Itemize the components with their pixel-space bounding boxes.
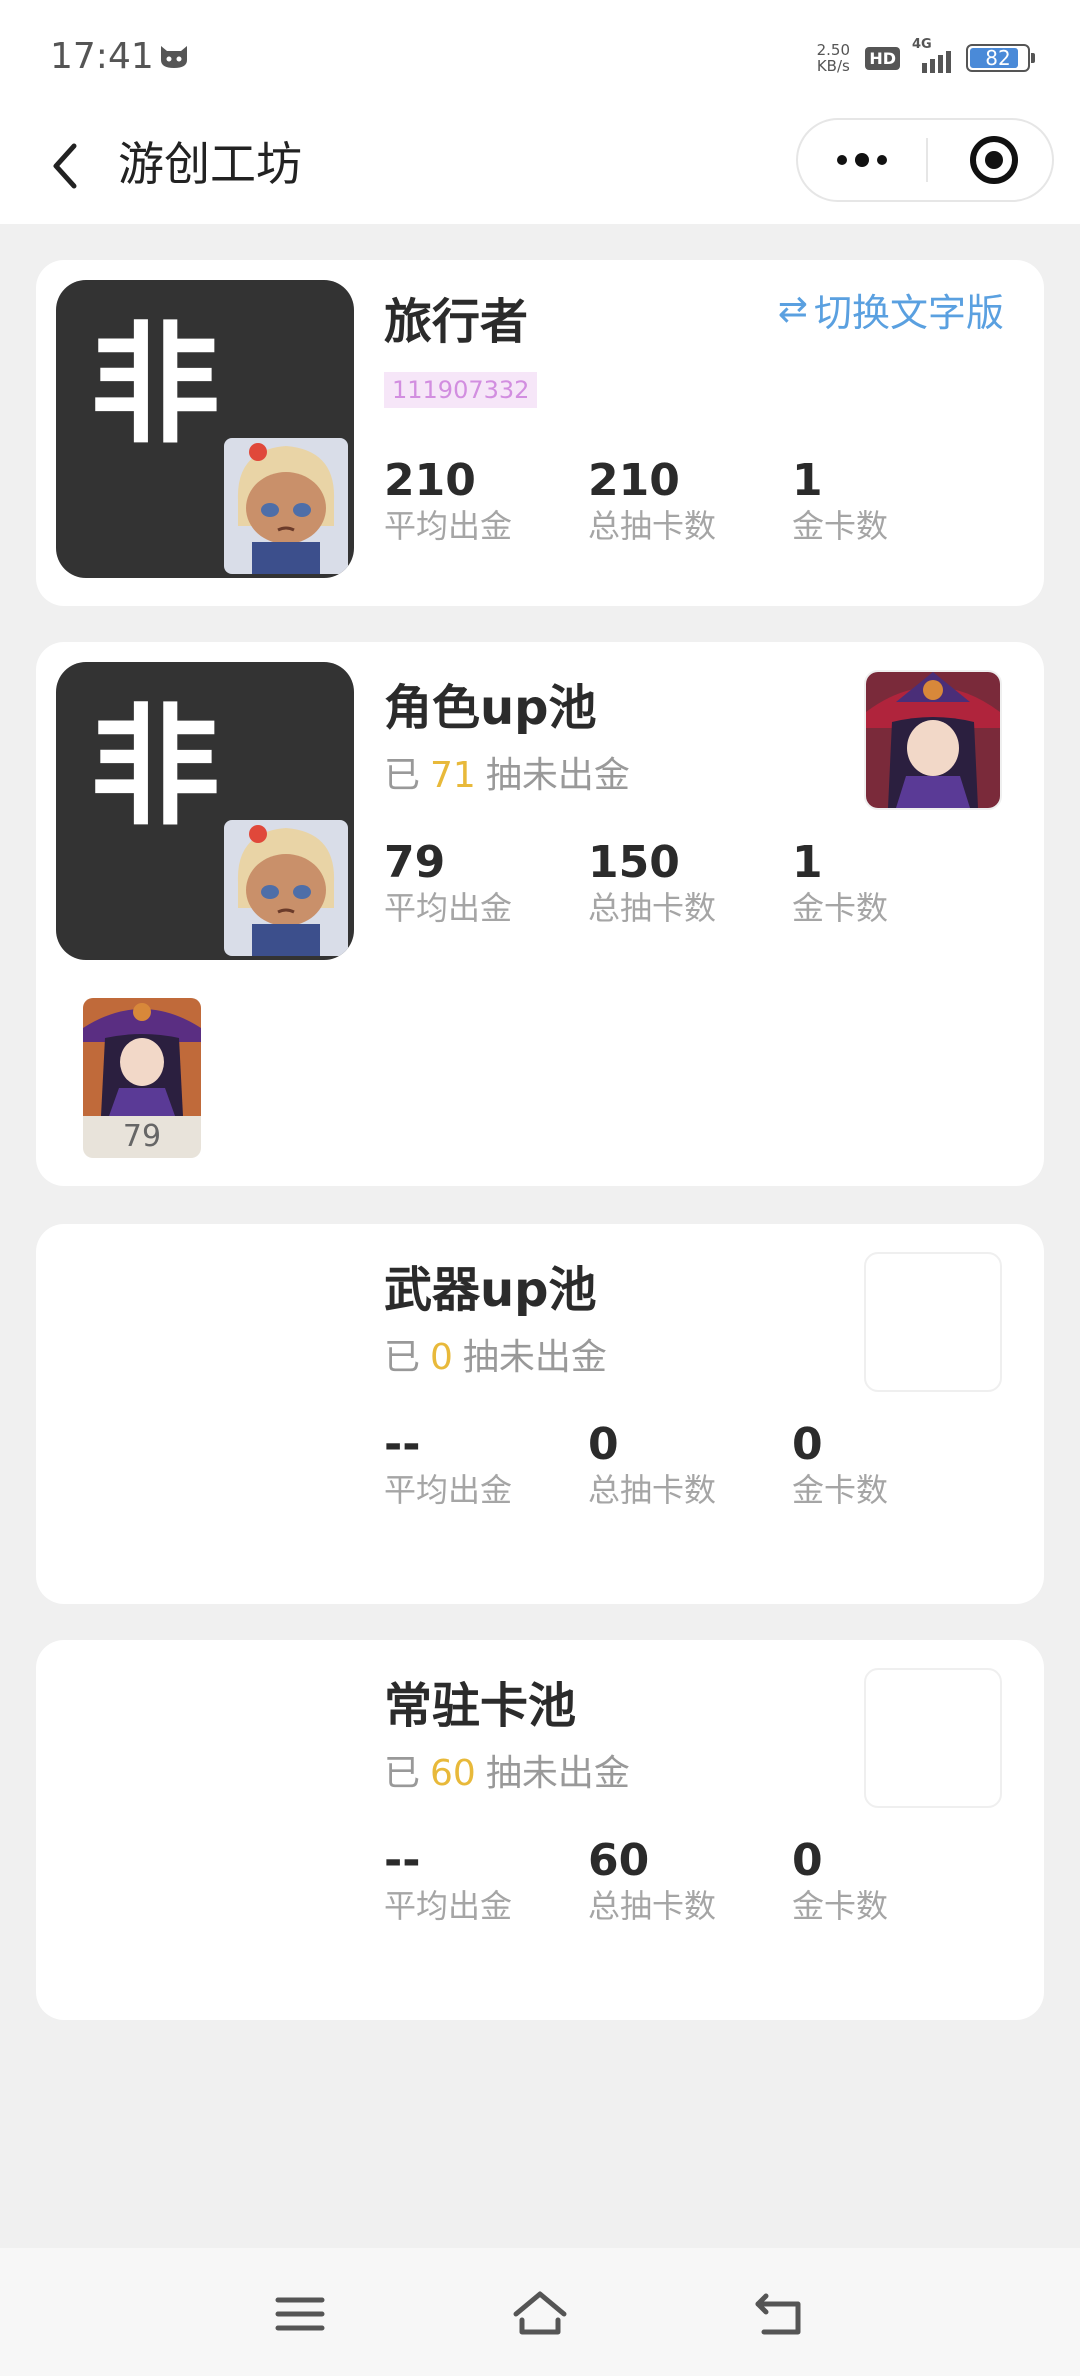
pity-count: 60 — [430, 1753, 476, 1794]
more-dots-icon[interactable] — [798, 120, 926, 200]
stat-label: 总抽卡数 — [588, 1887, 717, 1925]
stat-value: 1 — [792, 837, 823, 888]
stat-value: 0 — [792, 1419, 823, 1470]
target-close-icon[interactable] — [970, 136, 1018, 184]
stat-value: -- — [384, 1835, 421, 1886]
page-title: 游创工坊 — [118, 137, 302, 191]
stat-label: 金卡数 — [792, 1887, 889, 1925]
net-speed-value: 2.50 — [816, 41, 851, 59]
pity-suffix: 抽未出金 — [462, 1337, 607, 1378]
profile-name: 旅行者 — [384, 294, 529, 350]
pity-count: 0 — [430, 1337, 453, 1378]
stat-value: 0 — [792, 1835, 823, 1886]
battery-icon: 82 — [966, 44, 1035, 72]
signal-icon: 4G — [912, 37, 954, 73]
pool-pity-line: 已 71 抽未出金 — [384, 752, 630, 800]
stat-value: -- — [384, 1419, 421, 1470]
pool-title: 武器up池 — [384, 1262, 597, 1318]
system-nav-bar — [0, 2248, 1080, 2376]
pity-suffix: 抽未出金 — [485, 1753, 630, 1794]
capsule-divider — [926, 138, 928, 182]
nav-bar: 游创工坊 — [0, 110, 1080, 224]
chibi-character-icon — [224, 438, 348, 574]
avatar-char: 非 — [90, 691, 221, 843]
stat-value: 60 — [588, 1835, 650, 1886]
stat-value: 210 — [384, 455, 476, 506]
uid-badge: 111907332 — [384, 372, 538, 408]
status-indicators: 2.50 KB/s HD 4G 82 — [813, 37, 1035, 78]
home-icon[interactable] — [510, 2286, 570, 2342]
pity-suffix: 抽未出金 — [485, 755, 630, 796]
stat-total: 0 总抽卡数 — [588, 1420, 778, 1510]
swap-arrows-icon: ⇄ — [777, 289, 808, 330]
network-type: 4G — [912, 37, 932, 52]
avatar: 非 — [56, 662, 354, 960]
pool-pity-line: 已 60 抽未出金 — [384, 1750, 630, 1798]
stat-total: 150 总抽卡数 — [588, 838, 778, 928]
stat-total: 210 总抽卡数 — [588, 456, 778, 546]
hd-badge: HD — [865, 46, 900, 70]
stat-label: 总抽卡数 — [588, 889, 717, 927]
stat-label: 金卡数 — [792, 507, 889, 545]
stat-value: 79 — [384, 837, 446, 888]
stat-avg: -- 平均出金 — [384, 1836, 574, 1926]
pool-title: 常驻卡池 — [384, 1678, 577, 1734]
pity-prefix: 已 — [384, 1753, 421, 1794]
stat-label: 平均出金 — [384, 1471, 513, 1509]
pity-prefix: 已 — [384, 755, 421, 796]
mona-portrait-icon — [83, 998, 201, 1116]
pool-card-character[interactable]: 非 角色up池 已 71 抽未出金 79 平均出金 150 总抽卡数 1 金卡数… — [36, 642, 1044, 1186]
stat-label: 金卡数 — [792, 1471, 889, 1509]
back-return-icon[interactable] — [750, 2286, 810, 2342]
net-speed-unit: KB/s — [816, 57, 850, 75]
stat-label: 平均出金 — [384, 889, 513, 927]
stat-label: 平均出金 — [384, 1887, 513, 1925]
stat-total: 60 总抽卡数 — [588, 1836, 778, 1926]
stat-gold: 1 金卡数 — [792, 456, 982, 546]
stat-avg: 79 平均出金 — [384, 838, 574, 928]
pity-prefix: 已 — [384, 1337, 421, 1378]
stat-value: 150 — [588, 837, 680, 888]
switch-text-mode-link[interactable]: ⇄ 切换文字版 — [778, 282, 1004, 337]
pool-empty-thumbnail — [864, 1668, 1002, 1808]
pool-card-standard[interactable]: 常驻卡池 已 60 抽未出金 -- 平均出金 60 总抽卡数 0 金卡数 — [36, 1640, 1044, 2020]
stat-avg: -- 平均出金 — [384, 1420, 574, 1510]
gold-history-item[interactable]: 79 — [83, 998, 201, 1158]
status-time: 17:41 — [50, 36, 154, 77]
stat-value: 0 — [588, 1419, 619, 1470]
stat-label: 总抽卡数 — [588, 507, 717, 545]
avatar-char: 非 — [90, 309, 221, 461]
chibi-character-icon — [224, 820, 348, 956]
stat-label: 总抽卡数 — [588, 1471, 717, 1509]
stat-label: 平均出金 — [384, 507, 513, 545]
battery-level: 82 — [985, 46, 1011, 70]
pool-empty-thumbnail — [864, 1252, 1002, 1392]
net-speed: 2.50 KB/s — [813, 42, 853, 74]
avatar: 非 — [56, 280, 354, 578]
stat-avg: 210 平均出金 — [384, 456, 574, 546]
stat-gold: 0 金卡数 — [792, 1836, 982, 1926]
pity-count: 71 — [430, 755, 476, 796]
cat-notification-icon — [161, 46, 187, 68]
pool-character-thumbnail — [864, 670, 1002, 810]
pool-pity-line: 已 0 抽未出金 — [384, 1334, 607, 1382]
profile-card: 非 旅行者 111907332 ⇄ 切换文字版 210 平均出金 210 总抽卡… — [36, 260, 1044, 606]
stat-gold: 0 金卡数 — [792, 1420, 982, 1510]
pool-card-weapon[interactable]: 武器up池 已 0 抽未出金 -- 平均出金 0 总抽卡数 0 金卡数 — [36, 1224, 1044, 1604]
menu-icon[interactable] — [270, 2286, 330, 2342]
stat-gold: 1 金卡数 — [792, 838, 982, 928]
status-bar: 17:41 2.50 KB/s HD 4G 82 — [0, 0, 1080, 110]
stat-value: 1 — [792, 455, 823, 506]
gold-pull-count: 79 — [122, 1119, 162, 1154]
mona-portrait-icon — [866, 672, 1000, 808]
switch-label: 切换文字版 — [813, 291, 1004, 335]
pool-title: 角色up池 — [384, 680, 597, 736]
miniprogram-capsule — [796, 118, 1054, 202]
chevron-left-icon[interactable] — [40, 136, 100, 196]
stat-label: 金卡数 — [792, 889, 889, 927]
stat-value: 210 — [588, 455, 680, 506]
